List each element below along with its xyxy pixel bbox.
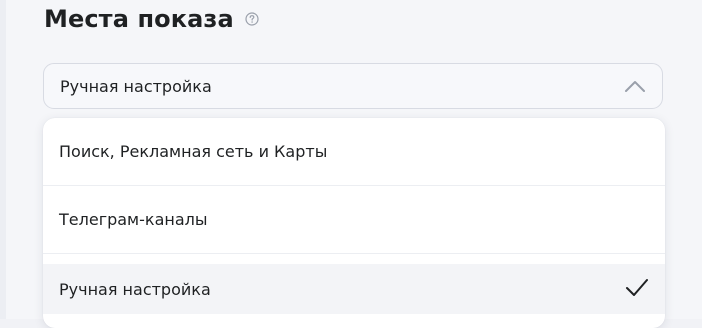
option-label: Ручная настройка [59,279,211,299]
section-header: Места показа [44,2,259,36]
panel-edge [0,0,6,319]
option-label: Поиск, Рекламная сеть и Карты [59,142,328,161]
option-manual-setup[interactable]: Ручная настройка [43,264,665,314]
select-value: Ручная настройка [60,76,212,96]
placement-panel: Места показа Ручная настройка Поиск, Рек… [0,0,702,328]
chevron-up-icon[interactable] [624,79,646,93]
option-label: Телеграм-каналы [59,210,208,229]
option-telegram-channels[interactable]: Телеграм-каналы [43,186,665,254]
section-title: Места показа [44,5,234,33]
placement-select[interactable]: Ручная настройка [43,63,663,109]
option-search-network-maps[interactable]: Поиск, Рекламная сеть и Карты [43,118,665,186]
select-dropdown-menu: Поиск, Рекламная сеть и Карты Телеграм-к… [43,118,665,328]
question-circle-icon[interactable] [245,12,259,26]
checkmark-icon [626,279,648,296]
